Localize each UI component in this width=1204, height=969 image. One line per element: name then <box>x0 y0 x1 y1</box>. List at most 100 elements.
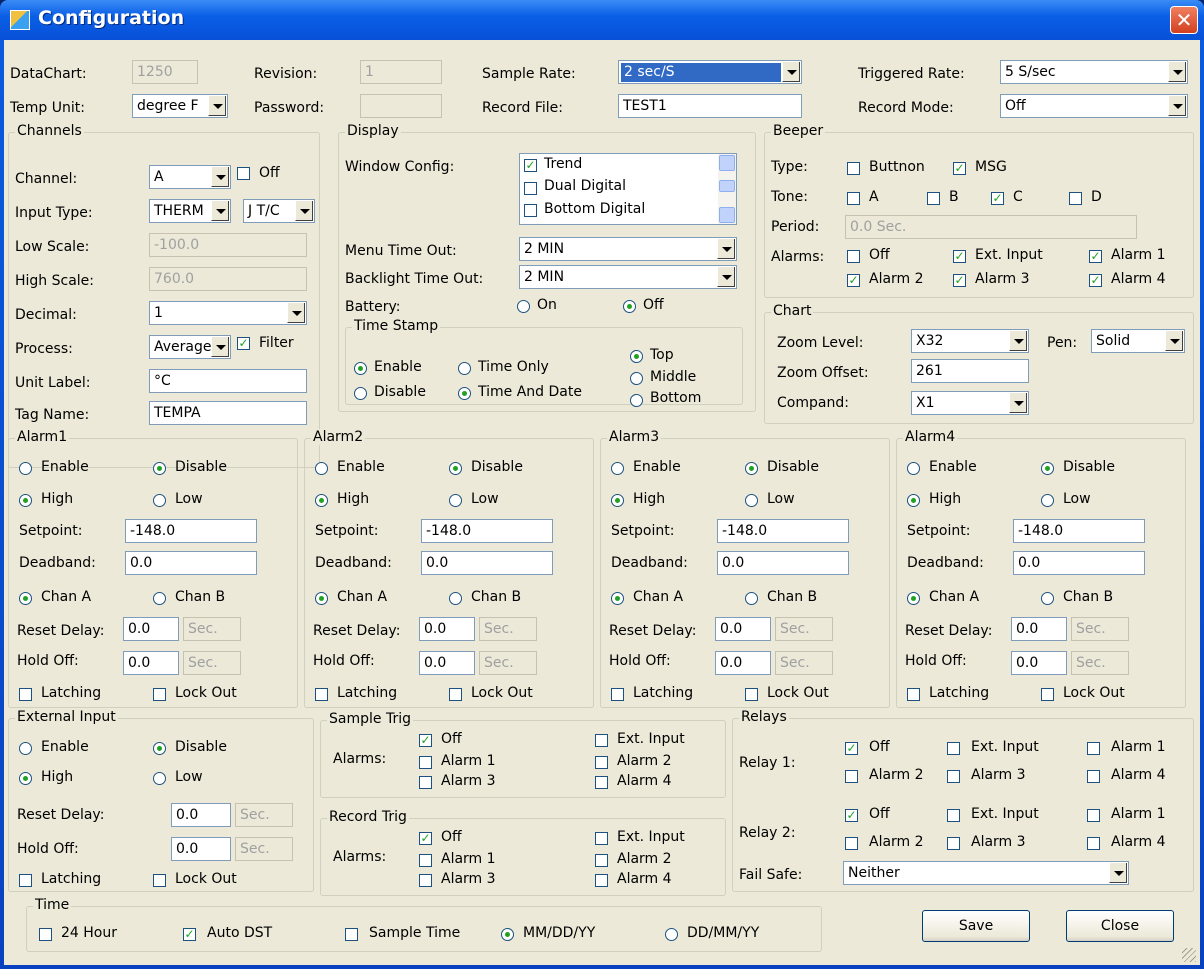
save-button[interactable]: Save <box>922 910 1030 942</box>
tone-c-checkbox[interactable]: ✓ <box>991 192 1004 205</box>
window-item-bottom-digital-checkbox[interactable] <box>524 204 537 217</box>
close-button[interactable]: Close <box>1066 910 1174 942</box>
tone-b-checkbox[interactable] <box>927 192 940 205</box>
chevron-down-icon[interactable] <box>1168 96 1186 116</box>
record-file-input[interactable]: TEST1 <box>618 94 802 118</box>
chevron-down-icon[interactable] <box>211 201 229 221</box>
buttnon-checkbox[interactable] <box>847 162 860 175</box>
chevron-down-icon[interactable] <box>1009 393 1027 413</box>
scroll-up-icon[interactable] <box>719 155 735 171</box>
alarm1-reset-delay-input[interactable]: 0.0 <box>123 617 179 641</box>
tag-name-input[interactable]: TEMPA <box>149 401 307 425</box>
ts-disable-radio[interactable] <box>354 387 367 400</box>
tone-a-checkbox[interactable] <box>847 192 860 205</box>
triggered-rate-select[interactable]: 5 S/sec <box>1000 60 1188 84</box>
filter-checkbox[interactable]: ✓ <box>237 337 250 350</box>
alarm1-chan-a-radio[interactable] <box>19 592 32 605</box>
ts-enable-radio[interactable] <box>354 362 367 375</box>
relay1-ext-input-checkbox[interactable] <box>947 742 960 755</box>
alarm2-chan-a-radio[interactable] <box>315 592 328 605</box>
window-config-list[interactable]: ✓ Trend Dual Digital Bottom Digital <box>519 153 737 225</box>
sample-rate-select[interactable]: 2 sec/S <box>618 60 802 84</box>
ts-top-radio[interactable] <box>630 350 643 363</box>
tone-d-checkbox[interactable] <box>1069 192 1082 205</box>
alarm1-latching-checkbox[interactable] <box>19 688 32 701</box>
ddmmyy-radio[interactable] <box>665 928 678 941</box>
sample-trig-alarm3-checkbox[interactable] <box>419 776 432 789</box>
alarm1-deadband-input[interactable]: 0.0 <box>125 551 257 575</box>
alarm4-low-radio[interactable] <box>1041 494 1054 507</box>
alarm2-high-radio[interactable] <box>315 494 328 507</box>
alarm3-lock-out-checkbox[interactable] <box>745 688 758 701</box>
chevron-down-icon[interactable] <box>717 239 735 259</box>
ext-reset-delay-input[interactable]: 0.0 <box>171 803 231 827</box>
sample-time-checkbox[interactable] <box>345 928 358 941</box>
alarm2-chan-b-radio[interactable] <box>449 592 462 605</box>
resize-grip-icon[interactable] <box>1182 948 1196 962</box>
sample-trig-alarm1-checkbox[interactable] <box>419 756 432 769</box>
alarm3-low-radio[interactable] <box>745 494 758 507</box>
sample-trig-off-checkbox[interactable]: ✓ <box>419 734 432 747</box>
alarm1-low-radio[interactable] <box>153 494 166 507</box>
alarm3-setpoint-input[interactable]: -148.0 <box>717 519 849 543</box>
ts-time-date-radio[interactable] <box>458 387 471 400</box>
chevron-down-icon[interactable] <box>287 303 305 323</box>
alarm2-disable-radio[interactable] <box>449 462 462 475</box>
mmddyy-radio[interactable] <box>501 928 514 941</box>
msg-checkbox[interactable]: ✓ <box>953 162 966 175</box>
battery-off-radio[interactable] <box>623 300 636 313</box>
window-item-trend-checkbox[interactable]: ✓ <box>524 159 537 172</box>
relay2-alarm1-checkbox[interactable] <box>1087 809 1100 822</box>
scroll-down-icon[interactable] <box>719 207 735 223</box>
beeper-alarm2-checkbox[interactable]: ✓ <box>847 274 860 287</box>
chevron-down-icon[interactable] <box>1009 331 1027 351</box>
decimal-select[interactable]: 1 <box>149 301 307 325</box>
password-field[interactable] <box>360 94 442 118</box>
alarm4-lock-out-checkbox[interactable] <box>1041 688 1054 701</box>
alarm4-latching-checkbox[interactable] <box>907 688 920 701</box>
alarm4-high-radio[interactable] <box>907 494 920 507</box>
alarm4-chan-b-radio[interactable] <box>1041 592 1054 605</box>
alarm2-setpoint-input[interactable]: -148.0 <box>421 519 553 543</box>
process-select[interactable]: Average <box>149 335 231 359</box>
sample-trig-ext-input-checkbox[interactable] <box>595 734 608 747</box>
unit-label-input[interactable]: °C <box>149 369 307 393</box>
window-item-dual-digital-checkbox[interactable] <box>524 182 537 195</box>
ts-time-only-radio[interactable] <box>458 362 471 375</box>
relay2-alarm2-checkbox[interactable] <box>845 837 858 850</box>
alarm3-high-radio[interactable] <box>611 494 624 507</box>
fail-safe-select[interactable]: Neither <box>843 861 1129 885</box>
ext-latching-checkbox[interactable] <box>19 874 32 887</box>
ts-bottom-radio[interactable] <box>630 394 643 407</box>
alarm2-deadband-input[interactable]: 0.0 <box>421 551 553 575</box>
alarm3-deadband-input[interactable]: 0.0 <box>717 551 849 575</box>
record-trig-alarm4-checkbox[interactable] <box>595 874 608 887</box>
relay1-alarm4-checkbox[interactable] <box>1087 770 1100 783</box>
zoom-offset-input[interactable]: 261 <box>911 359 1029 383</box>
ext-enable-radio[interactable] <box>19 742 32 755</box>
temp-unit-select[interactable]: degree F <box>132 94 228 118</box>
alarm3-chan-a-radio[interactable] <box>611 592 624 605</box>
record-trig-ext-input-checkbox[interactable] <box>595 832 608 845</box>
alarm4-setpoint-input[interactable]: -148.0 <box>1013 519 1145 543</box>
alarm1-setpoint-input[interactable]: -148.0 <box>125 519 257 543</box>
sample-trig-alarm2-checkbox[interactable] <box>595 756 608 769</box>
alarm4-reset-delay-input[interactable]: 0.0 <box>1011 617 1067 641</box>
24-hour-checkbox[interactable] <box>39 928 52 941</box>
channel-select[interactable]: A <box>149 165 231 189</box>
alarm1-high-radio[interactable] <box>19 494 32 507</box>
chevron-down-icon[interactable] <box>782 62 800 82</box>
battery-on-radio[interactable] <box>517 300 530 313</box>
record-trig-off-checkbox[interactable]: ✓ <box>419 832 432 845</box>
alarm2-lock-out-checkbox[interactable] <box>449 688 462 701</box>
chevron-down-icon[interactable] <box>295 201 313 221</box>
alarm3-enable-radio[interactable] <box>611 462 624 475</box>
alarm1-chan-b-radio[interactable] <box>153 592 166 605</box>
relay2-alarm4-checkbox[interactable] <box>1087 837 1100 850</box>
ext-low-radio[interactable] <box>153 772 166 785</box>
beeper-off-checkbox[interactable] <box>847 250 860 263</box>
input-type-select[interactable]: THERM <box>149 199 231 223</box>
pen-select[interactable]: Solid <box>1091 329 1185 353</box>
record-trig-alarm1-checkbox[interactable] <box>419 854 432 867</box>
alarm1-enable-radio[interactable] <box>19 462 32 475</box>
